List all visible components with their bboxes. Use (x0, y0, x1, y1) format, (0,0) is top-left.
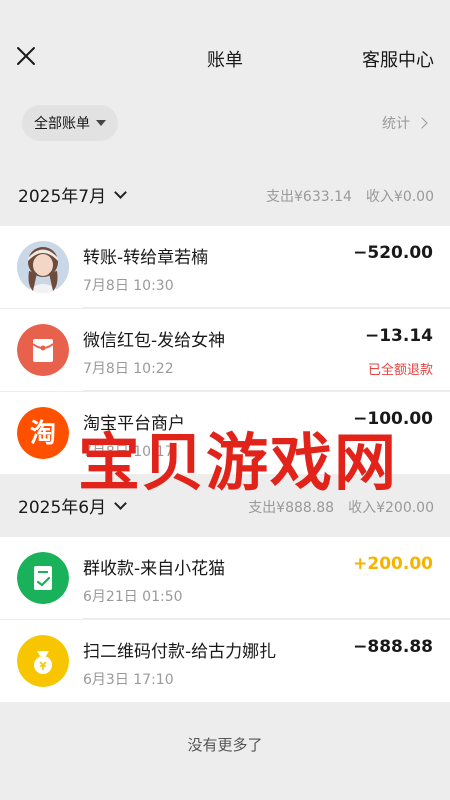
month-label: 2025年7月 (18, 187, 107, 207)
list-footer: 没有更多了 (0, 710, 450, 800)
bill-row[interactable]: 微信红包-发给女神 7月8日 10:22 −13.14 已全额退款 (0, 309, 450, 391)
divider (83, 307, 450, 308)
bill-filter-label: 全部账单 (34, 116, 90, 132)
avatar (17, 241, 69, 293)
bill-amount: −100.00 (353, 409, 433, 429)
bill-row[interactable]: 群收款-来自小花猫 6月21日 01:50 +200.00 (0, 537, 450, 619)
divider (83, 390, 450, 391)
stats-label: 统计 (382, 116, 410, 132)
bill-time: 6月21日 01:50 (83, 589, 183, 605)
month-header-july[interactable]: 2025年7月 支出¥633.14 收入¥0.00 (0, 164, 450, 224)
month-label: 2025年6月 (18, 498, 107, 518)
bill-row[interactable]: 淘 淘宝平台商户 7月8日 10:17 −100.00 (0, 392, 450, 474)
bill-time: 7月8日 10:17 (83, 444, 174, 460)
taobao-icon: 淘 (17, 407, 69, 459)
red-packet-icon (17, 324, 69, 376)
bill-time: 7月8日 10:22 (83, 361, 174, 377)
taobao-glyph: 淘 (30, 419, 56, 449)
month-selector[interactable]: 2025年7月 (18, 182, 127, 207)
bill-time: 6月3日 17:10 (83, 672, 174, 688)
bill-title: 淘宝平台商户 (83, 414, 185, 434)
month-income: 收入¥200.00 (348, 500, 434, 516)
caret-down-icon (96, 120, 106, 126)
top-bar: 账单 客服中心 (0, 0, 450, 112)
month-income: 收入¥0.00 (365, 189, 434, 205)
no-more-text: 没有更多了 (187, 736, 263, 754)
qr-pay-icon (17, 635, 69, 687)
month-expense: 支出¥633.14 (266, 189, 352, 205)
bill-amount: +200.00 (353, 554, 433, 574)
chevron-down-icon (114, 497, 127, 510)
bill-amount: −13.14 (364, 326, 433, 346)
month-expense: 支出¥888.88 (248, 500, 335, 516)
bill-title: 转账-转给章若楠 (83, 248, 209, 268)
chevron-down-icon (114, 186, 127, 199)
bill-title: 群收款-来自小花猫 (83, 559, 226, 579)
bill-amount: −520.00 (353, 243, 433, 263)
bill-time: 7月8日 10:30 (83, 278, 174, 294)
bill-row[interactable]: 转账-转给章若楠 7月8日 10:30 −520.00 (0, 226, 450, 308)
bill-title: 微信红包-发给女神 (83, 331, 226, 351)
divider (83, 618, 450, 619)
refund-status: 已全额退款 (367, 363, 433, 378)
customer-service-link[interactable]: 客服中心 (362, 46, 434, 72)
chevron-right-icon (416, 117, 428, 129)
month-selector[interactable]: 2025年6月 (18, 493, 127, 518)
stats-link[interactable]: 统计 (382, 113, 428, 133)
month-summary: 支出¥633.14 收入¥0.00 (266, 186, 434, 206)
month-summary: 支出¥888.88 收入¥200.00 (248, 497, 434, 517)
month-header-june[interactable]: 2025年6月 支出¥888.88 收入¥200.00 (0, 475, 450, 535)
bill-row[interactable]: 扫二维码付款-给古力娜扎 6月3日 17:10 −888.88 (0, 620, 450, 702)
group-collect-icon (17, 552, 69, 604)
bill-title: 扫二维码付款-给古力娜扎 (83, 642, 277, 662)
bill-amount: −888.88 (353, 637, 433, 657)
bill-filter-dropdown[interactable]: 全部账单 (22, 105, 118, 141)
